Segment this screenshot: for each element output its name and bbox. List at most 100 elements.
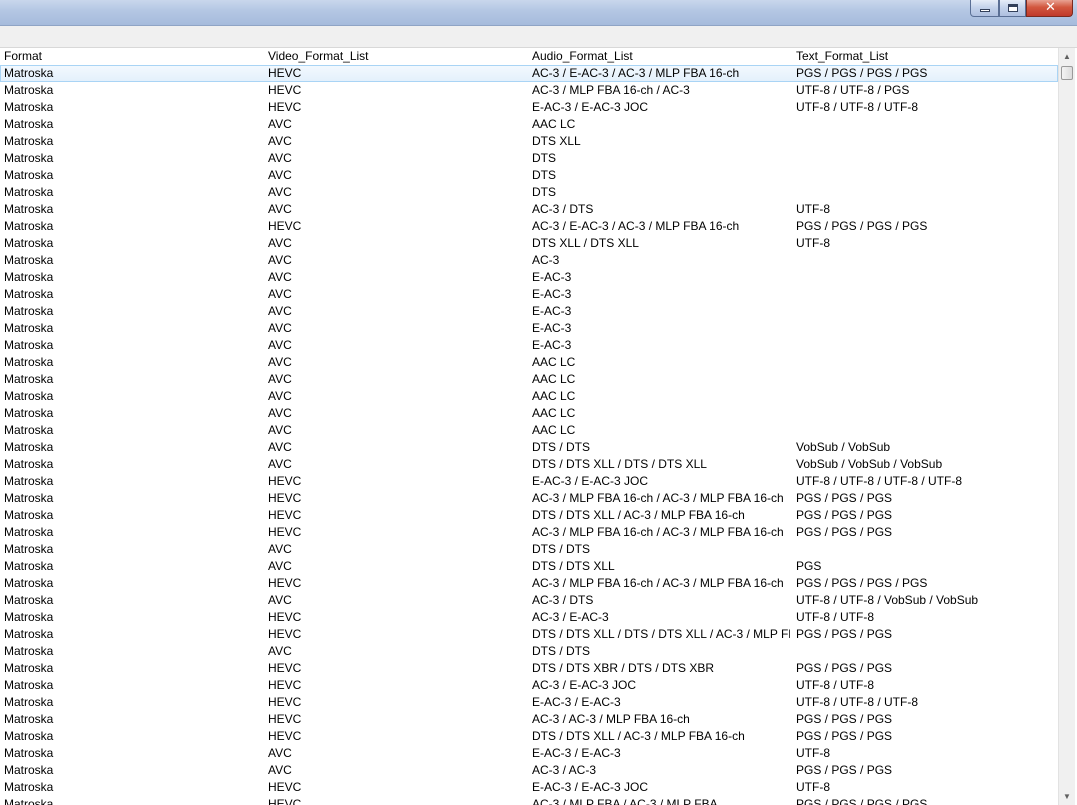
table-row[interactable]: Matroska HEVC AC-3 / MLP FBA 16-ch / AC-3 … [0,575,1058,592]
cell-video-format-list: AVC [268,168,292,182]
cell-video-format-list: HEVC [268,576,302,590]
cell-text-format-list: UTF-8 [796,746,830,760]
cell-format: Matroska [4,185,54,199]
table-row[interactable]: Matroska AVC AAC LC [0,354,1058,371]
cell-video-format-list: HEVC [268,525,302,539]
table-row[interactable]: Matroska HEVC AC-3 / MLP FBA / AC-3 / MLP … [0,796,1058,805]
column-header-video-format-list[interactable]: Video_Format_List [268,48,526,65]
cell-video-format-list: AVC [268,355,292,369]
cell-audio-format-list: DTS XLL / DTS XLL [532,236,639,250]
cell-audio-format-list: AC-3 / AC-3 [532,763,597,777]
cell-video-format-list: AVC [268,202,292,216]
cell-audio-format-list: E-AC-3 [532,321,572,335]
table-row[interactable]: Matroska AVC AAC LC [0,405,1058,422]
table-row[interactable]: Matroska AVC AAC LC [0,116,1058,133]
vertical-scrollbar[interactable]: ▲ ▼ [1058,48,1075,805]
column-header-format[interactable]: Format [4,48,262,65]
table-row[interactable]: Matroska HEVC DTS / DTS XLL / AC-3 / MLP F… [0,507,1058,524]
table-row[interactable]: Matroska AVC DTS / DTS [0,643,1058,660]
table-row[interactable]: Matroska AVC DTS / DTS [0,541,1058,558]
cell-audio-format-list: E-AC-3 [532,338,572,352]
cell-audio-format-list: E-AC-3 / E-AC-3 [532,695,621,709]
table-row[interactable]: Matroska HEVC AC-3 / E-AC-3 / AC-3 / MLP F… [0,65,1058,82]
cell-audio-format-list: AAC LC [532,372,576,386]
cell-audio-format-list: AC-3 / DTS [532,202,594,216]
table-row[interactable]: Matroska AVC DTS / DTS XLL PGS [0,558,1058,575]
cell-video-format-list: AVC [268,559,292,573]
cell-audio-format-list: DTS / DTS XLL / AC-3 / MLP FBA 16-ch [532,729,745,743]
cell-text-format-list: UTF-8 / UTF-8 / VobSub / VobSub [796,593,979,607]
cell-video-format-list: HEVC [268,661,302,675]
cell-audio-format-list: DTS / DTS XLL / DTS / DTS XLL [532,457,707,471]
column-header-text-format-list[interactable]: Text_Format_List [796,48,1054,65]
table-row[interactable]: Matroska HEVC AC-3 / AC-3 / MLP FBA 16-ch P… [0,711,1058,728]
scrollbar-thumb[interactable] [1061,66,1073,80]
scroll-down-icon[interactable]: ▼ [1059,788,1075,805]
table-row[interactable]: Matroska AVC AAC LC [0,371,1058,388]
cell-text-format-list: PGS / PGS / PGS / PGS [796,219,928,233]
table-row[interactable]: Matroska HEVC E-AC-3 / E-AC-3 JOC UTF-8 / U… [0,99,1058,116]
table-row[interactable]: Matroska AVC DTS [0,150,1058,167]
table-row[interactable]: Matroska AVC AAC LC [0,422,1058,439]
table-row[interactable]: Matroska HEVC AC-3 / E-AC-3 / AC-3 / MLP F… [0,218,1058,235]
cell-format: Matroska [4,661,54,675]
maximize-icon [1008,4,1018,12]
cell-text-format-list: UTF-8 [796,202,830,216]
table-row[interactable]: Matroska HEVC DTS / DTS XBR / DTS / DTS XB… [0,660,1058,677]
table-row[interactable]: Matroska HEVC DTS / DTS XLL / AC-3 / MLP F… [0,728,1058,745]
table-row[interactable]: Matroska AVC DTS / DTS XLL / DTS / DTS XLL… [0,456,1058,473]
table-row[interactable]: Matroska AVC AC-3 / DTS UTF-8 [0,201,1058,218]
table-row[interactable]: Matroska AVC DTS XLL [0,133,1058,150]
table-row[interactable]: Matroska HEVC AC-3 / MLP FBA 16-ch / AC-3 … [0,490,1058,507]
table-row[interactable]: Matroska AVC DTS [0,184,1058,201]
cell-video-format-list: AVC [268,746,292,760]
table-row[interactable]: Matroska AVC DTS [0,167,1058,184]
cell-video-format-list: AVC [268,338,292,352]
cell-video-format-list: AVC [268,372,292,386]
table-row[interactable]: Matroska AVC AAC LC [0,388,1058,405]
table-row[interactable]: Matroska AVC DTS / DTS VobSub / VobSub [0,439,1058,456]
cell-video-format-list: AVC [268,644,292,658]
table-row[interactable]: Matroska AVC E-AC-3 [0,337,1058,354]
close-button[interactable]: ✕ [1026,0,1073,17]
cell-audio-format-list: AC-3 / MLP FBA / AC-3 / MLP FBA [532,797,718,805]
column-header-audio-format-list[interactable]: Audio_Format_List [532,48,790,65]
table-row[interactable]: Matroska HEVC E-AC-3 / E-AC-3 JOC UTF-8 [0,779,1058,796]
cell-format: Matroska [4,491,54,505]
table-row[interactable]: Matroska AVC AC-3 / AC-3 PGS / PGS / PGS [0,762,1058,779]
cell-format: Matroska [4,797,54,805]
table-row[interactable]: Matroska AVC E-AC-3 [0,269,1058,286]
cell-text-format-list: UTF-8 / UTF-8 [796,610,874,624]
cell-text-format-list: PGS / PGS / PGS / PGS [796,576,928,590]
table-row[interactable]: Matroska HEVC AC-3 / MLP FBA 16-ch / AC-3 U… [0,82,1058,99]
table-row[interactable]: Matroska HEVC DTS / DTS XLL / DTS / DTS XL… [0,626,1058,643]
cell-format: Matroska [4,83,54,97]
cell-text-format-list: PGS / PGS / PGS / PGS [796,66,928,80]
cell-format: Matroska [4,151,54,165]
table-row[interactable]: Matroska AVC E-AC-3 / E-AC-3 UTF-8 [0,745,1058,762]
table-row[interactable]: Matroska HEVC E-AC-3 / E-AC-3 JOC UTF-8 / U… [0,473,1058,490]
cell-video-format-list: HEVC [268,474,302,488]
table-row[interactable]: Matroska AVC E-AC-3 [0,320,1058,337]
cell-video-format-list: AVC [268,406,292,420]
cell-format: Matroska [4,542,54,556]
table-row[interactable]: Matroska HEVC AC-3 / E-AC-3 JOC UTF-8 / UTF… [0,677,1058,694]
cell-audio-format-list: DTS / DTS XLL / DTS / DTS XLL / AC-3 / M… [532,627,790,641]
table-row[interactable]: Matroska HEVC AC-3 / E-AC-3 UTF-8 / UTF-8 [0,609,1058,626]
table-row[interactable]: Matroska AVC AC-3 [0,252,1058,269]
table-row[interactable]: Matroska AVC DTS XLL / DTS XLL UTF-8 [0,235,1058,252]
table-row[interactable]: Matroska AVC E-AC-3 [0,303,1058,320]
cell-format: Matroska [4,457,54,471]
cell-video-format-list: HEVC [268,678,302,692]
table-row[interactable]: Matroska HEVC E-AC-3 / E-AC-3 UTF-8 / UTF-8… [0,694,1058,711]
cell-video-format-list: HEVC [268,780,302,794]
minimize-button[interactable] [970,0,999,17]
cell-video-format-list: HEVC [268,219,302,233]
table-row[interactable]: Matroska AVC AC-3 / DTS UTF-8 / UTF-8 / Vob… [0,592,1058,609]
cell-video-format-list: AVC [268,185,292,199]
table-row[interactable]: Matroska AVC E-AC-3 [0,286,1058,303]
maximize-button[interactable] [999,0,1026,17]
table-row[interactable]: Matroska HEVC AC-3 / MLP FBA 16-ch / AC-3 … [0,524,1058,541]
cell-audio-format-list: E-AC-3 / E-AC-3 JOC [532,474,649,488]
scroll-up-icon[interactable]: ▲ [1059,48,1075,65]
